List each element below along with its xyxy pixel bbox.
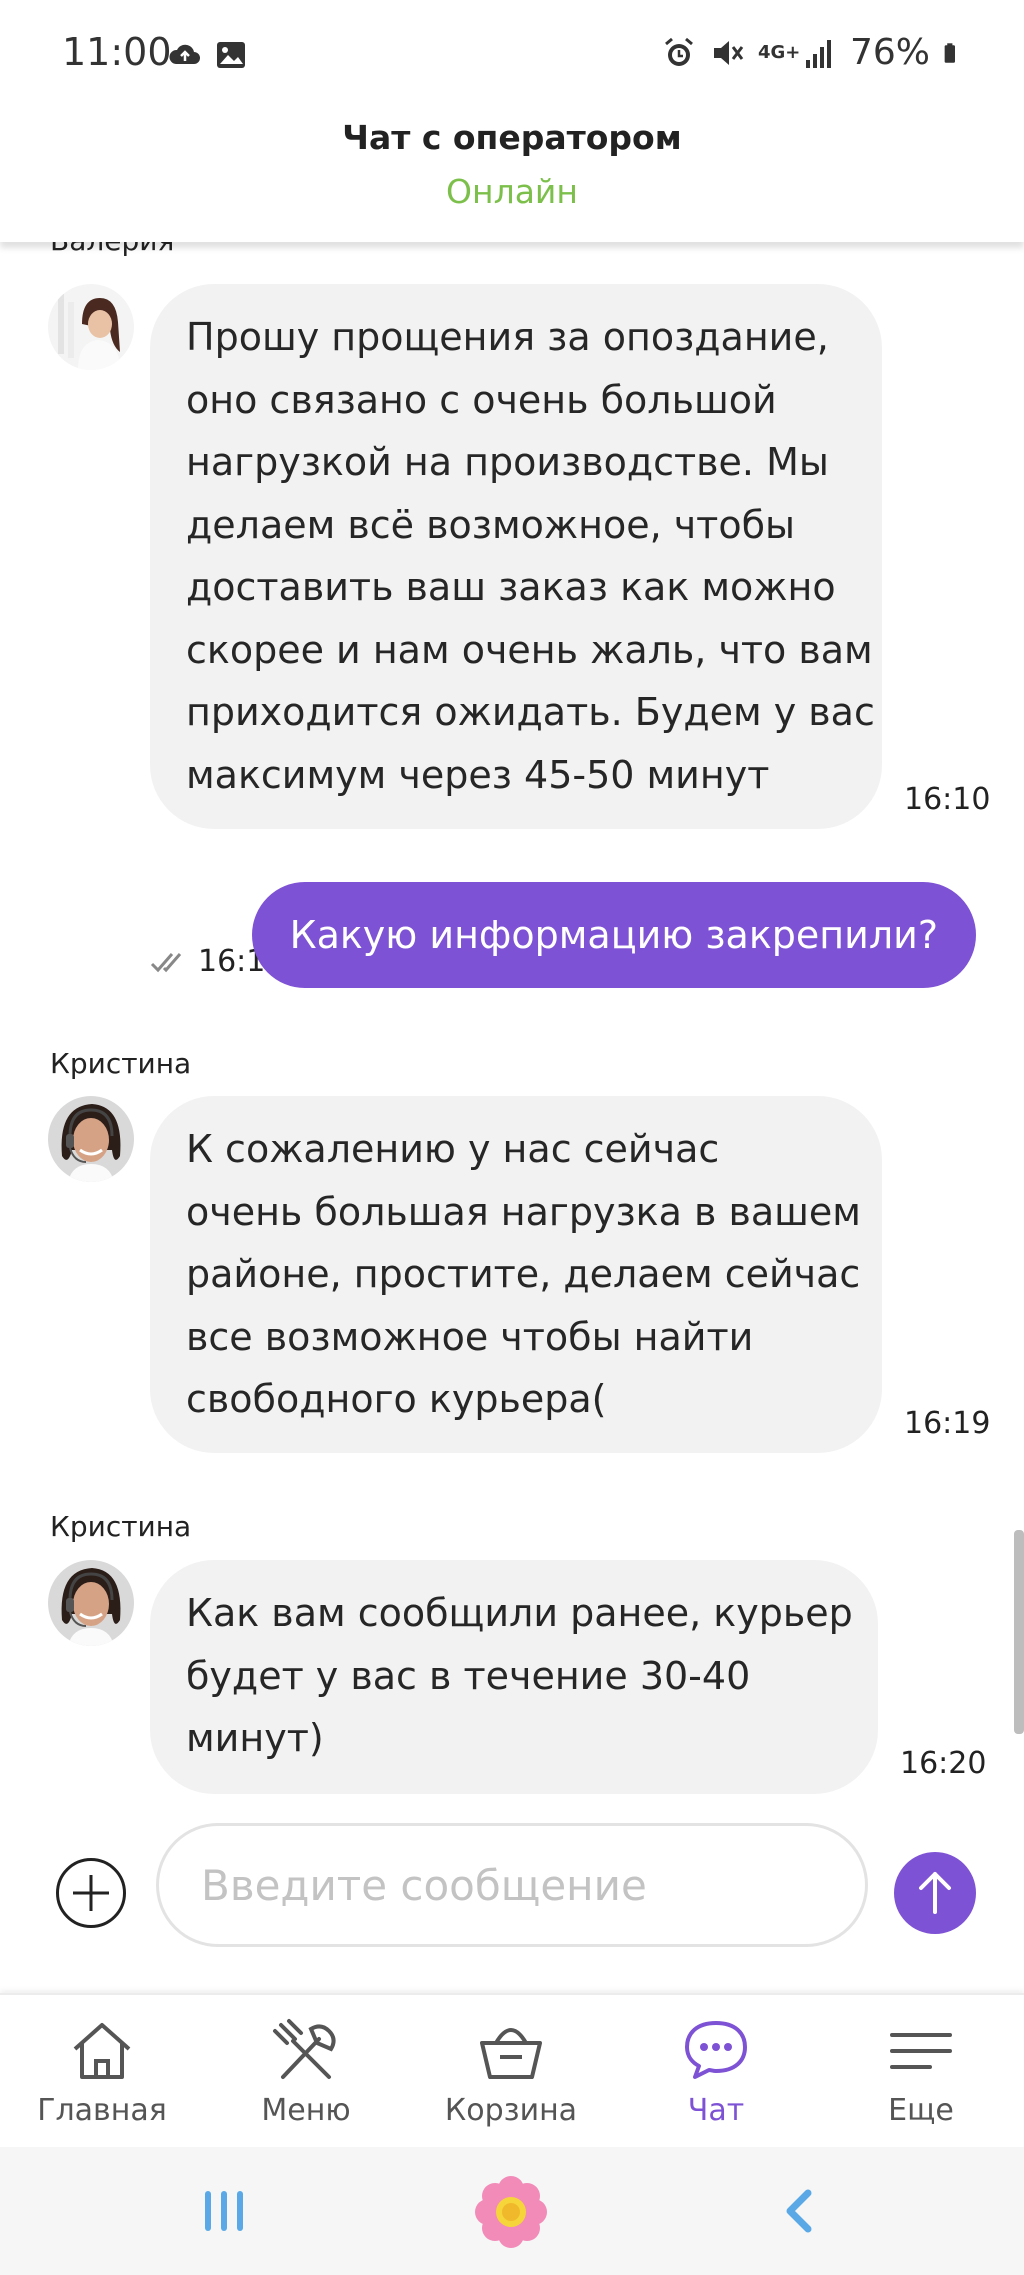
back-button[interactable] (780, 2187, 816, 2235)
message-text-line: доставить ваш заказ как можно (186, 565, 836, 609)
battery-icon (944, 42, 955, 63)
scrollbar[interactable] (1014, 1530, 1024, 1734)
network-type: 4G+ (757, 41, 801, 63)
nav-label: Главная (37, 2093, 167, 2128)
alarm-icon (665, 37, 693, 66)
message-bubble[interactable]: Как вам сообщили ранее, курьер будет у в… (150, 1560, 878, 1794)
message-text-line: скорее и нам очень жаль, что вам (186, 627, 873, 672)
nav-item-cart[interactable]: Корзина (431, 1995, 591, 2149)
status-time: 11:00 (62, 30, 172, 74)
arrow-up-icon (919, 1872, 951, 1914)
system-navigation-bar (0, 2147, 1024, 2275)
sender-name: Кристина (50, 1510, 192, 1543)
message-text-line: все возможное чтобы найти (186, 1314, 754, 1359)
nav-item-chat[interactable]: Чат (636, 1995, 796, 2149)
chat-messages[interactable]: Валерия Прошу прощения за опоздание, оно… (0, 242, 1024, 1812)
add-attachment-button[interactable] (56, 1858, 126, 1928)
sender-name: Валерия (50, 242, 174, 257)
message-time: 16:10 (904, 782, 991, 817)
sender-name: Кристина (50, 1047, 192, 1080)
chat-header: Чат с оператором Онлайн (0, 110, 1024, 242)
message-text-line: свободного курьера( (186, 1377, 607, 1421)
status-right-icons: 4G+ 76% (662, 32, 966, 73)
message-text-line: делаем всё возможное, чтобы (186, 502, 796, 547)
mute-icon (713, 40, 744, 65)
message-input[interactable] (156, 1823, 868, 1947)
nav-label: Меню (261, 2093, 351, 2128)
message-text-line: приходится ожидать. Будем у вас (186, 690, 875, 734)
message-text-line: минут) (186, 1716, 324, 1760)
signal-icon (805, 39, 831, 68)
nav-label: Чат (687, 2093, 745, 2128)
status-left-icons (168, 38, 248, 72)
home-icon (73, 2023, 131, 2079)
image-icon (217, 42, 245, 68)
fork-knife-icon (273, 2019, 336, 2079)
read-checkmark-icon (150, 953, 182, 973)
cloud-icon (169, 44, 200, 64)
avatar (48, 1096, 134, 1182)
nav-item-more[interactable]: Еще (841, 1995, 1001, 2149)
nav-label: Корзина (444, 2093, 578, 2128)
message-text-line: оно связано с очень большой (186, 377, 777, 422)
avatar (48, 284, 134, 370)
message-bubble[interactable]: Прошу прощения за опоздание, оно связано… (150, 284, 882, 829)
online-status: Онлайн (446, 172, 578, 211)
message-text-line: будет у вас в течение 30-40 (186, 1653, 751, 1698)
message-text-line: максимум через 45-50 минут (186, 752, 770, 797)
message-text-line: районе, простите, делаем сейчас (186, 1252, 861, 1296)
menu-lines-icon (890, 2033, 952, 2069)
message-text-line: Прошу прощения за опоздание, (186, 315, 829, 359)
nav-label: Еще (888, 2093, 954, 2128)
message-text-line: очень большая нагрузка в вашем (186, 1189, 861, 1234)
plus-icon (73, 1875, 109, 1911)
send-button[interactable] (894, 1852, 976, 1934)
recent-apps-button[interactable] (200, 2187, 248, 2235)
message-time: 16:20 (900, 1746, 987, 1781)
message-bubble[interactable]: К сожалению у нас сейчас очень большая н… (150, 1096, 882, 1453)
chat-icon (685, 2021, 747, 2079)
message-text-line: нагрузкой на производстве. Мы (186, 440, 829, 484)
nav-item-menu[interactable]: Меню (226, 1995, 386, 2149)
message-time: 16:19 (904, 1406, 991, 1441)
avatar (48, 1560, 134, 1646)
outgoing-message-bubble[interactable]: Какую информацию закрепили? (251, 882, 976, 988)
home-button[interactable] (474, 2175, 548, 2249)
message-text: Какую информацию закрепили? (289, 913, 938, 957)
status-bar: 11:00 4G+ 76% (0, 0, 1024, 110)
message-text-line: Как вам сообщили ранее, курьер (186, 1591, 853, 1635)
battery-percent: 76% (849, 32, 930, 73)
page-title: Чат с оператором (342, 118, 682, 157)
bottom-navigation: Главная Меню Корзина Чат Еще (0, 1993, 1024, 2149)
message-text-line: К сожалению у нас сейчас (186, 1127, 720, 1171)
nav-item-home[interactable]: Главная (22, 1995, 182, 2149)
basket-icon (480, 2028, 542, 2079)
